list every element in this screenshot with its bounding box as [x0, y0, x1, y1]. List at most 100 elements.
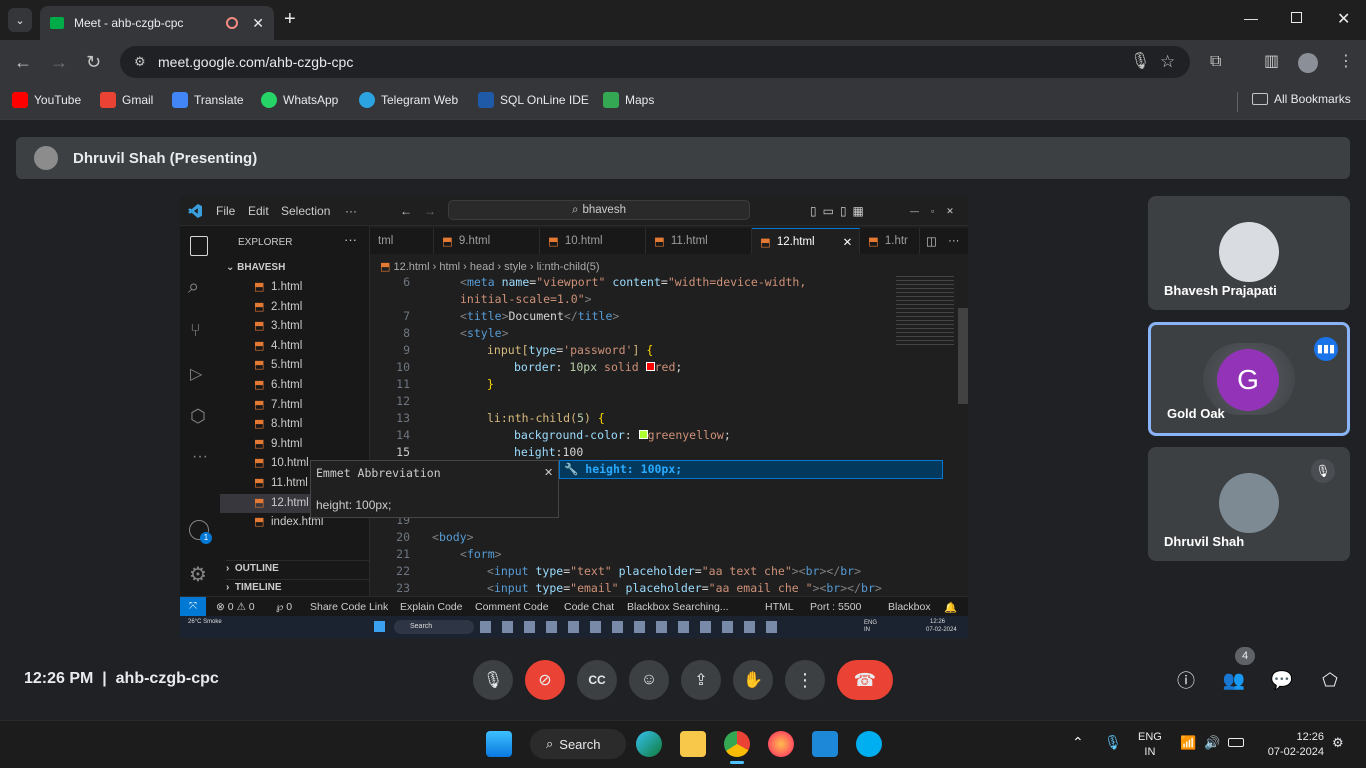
file-item[interactable]: ⬒ 2.html: [220, 298, 370, 317]
more-options-button[interactable]: ⋮: [785, 660, 825, 700]
outline-section[interactable]: › OUTLINE: [226, 560, 370, 574]
scrollbar-thumb[interactable]: [958, 308, 968, 404]
extensions-icon[interactable]: ⧉: [1210, 54, 1221, 70]
run-debug-icon[interactable]: ▷: [190, 364, 202, 384]
taskbar-clock[interactable]: 12:26 07-02-2024: [1258, 730, 1324, 760]
bookmark-gmail[interactable]: Gmail: [100, 92, 153, 108]
explorer-icon[interactable]: [190, 236, 208, 256]
show-hidden-icons[interactable]: ⌃: [1072, 734, 1084, 751]
file-item[interactable]: ⬒ 4.html: [220, 337, 370, 356]
ports-status[interactable]: ℘ 0: [276, 601, 292, 613]
meeting-info-button[interactable]: ⓘ: [1166, 660, 1206, 700]
language-mode[interactable]: HTML: [765, 601, 794, 613]
folder-bhavesh[interactable]: ⌄ BHAVESH: [226, 262, 285, 273]
raise-hand-button[interactable]: ✋: [733, 660, 773, 700]
file-item[interactable]: ⬒ 3.html: [220, 317, 370, 336]
leave-call-button[interactable]: ☎: [837, 660, 893, 700]
notifications-bell-icon[interactable]: 🔔: [944, 601, 957, 614]
volume-icon[interactable]: 🔊: [1204, 735, 1220, 751]
window-controls[interactable]: —▫✕: [910, 206, 966, 217]
search-view-icon[interactable]: ⌕: [188, 276, 199, 299]
skype-icon[interactable]: [856, 731, 882, 757]
editor-tab[interactable]: ⬒ 11.html: [646, 228, 752, 254]
manage-gear-icon[interactable]: ⚙: [189, 562, 207, 587]
people-button[interactable]: 👥: [1214, 660, 1254, 700]
file-explorer-icon[interactable]: [680, 731, 706, 757]
menu-file[interactable]: File: [216, 204, 235, 218]
battery-icon[interactable]: [1228, 738, 1244, 747]
minimize-icon[interactable]: —: [1244, 10, 1258, 26]
code-editor[interactable]: ⬒ 12.html › html › head › style › li:nth…: [370, 254, 968, 596]
blackbox-searching[interactable]: Blackbox Searching...: [627, 601, 729, 613]
minimap[interactable]: [896, 276, 954, 346]
code-chat[interactable]: Code Chat: [564, 601, 614, 613]
vscode-icon[interactable]: [812, 731, 838, 757]
new-tab-button[interactable]: +: [284, 8, 296, 31]
start-icon[interactable]: [486, 731, 512, 757]
chrome-icon[interactable]: [724, 731, 750, 757]
share-code-link[interactable]: Share Code Link: [310, 601, 388, 613]
editor-more-icon[interactable]: ···: [940, 228, 968, 254]
participant-tile[interactable]: 🎙 Dhruvil Shah: [1148, 447, 1350, 561]
participant-tile-speaking[interactable]: G ▮▮▮ Gold Oak: [1148, 322, 1350, 436]
present-button[interactable]: ⇪: [681, 660, 721, 700]
editor-tab[interactable]: ⬒ 1.htr: [860, 228, 920, 254]
mic-icon[interactable]: 🎙: [1130, 54, 1150, 70]
bookmark-sql-online-ide[interactable]: SQL OnLine IDE: [478, 92, 589, 108]
file-item[interactable]: ⬒ 7.html: [220, 396, 370, 415]
more-views-icon[interactable]: ···: [192, 448, 208, 466]
file-item[interactable]: ⬒ 5.html: [220, 356, 370, 375]
bookmark-star-icon[interactable]: ☆: [1160, 53, 1175, 70]
chat-button[interactable]: 💬: [1262, 660, 1302, 700]
explorer-more-icon[interactable]: ···: [344, 232, 357, 247]
wifi-icon[interactable]: 📶: [1180, 735, 1196, 751]
all-bookmarks[interactable]: All Bookmarks: [1252, 92, 1351, 106]
mic-button[interactable]: 🎙: [473, 660, 513, 700]
menu-edit[interactable]: Edit: [248, 204, 269, 218]
edge-icon[interactable]: [636, 731, 662, 757]
taskbar-search[interactable]: ⌕ Search: [530, 729, 626, 759]
captions-button[interactable]: CC: [577, 660, 617, 700]
restore-icon[interactable]: [1291, 12, 1302, 23]
taskbar-mic-icon[interactable]: 🎙: [1104, 734, 1122, 751]
editor-tab[interactable]: ⬒ 9.html: [434, 228, 540, 254]
activities-button[interactable]: ⬠: [1310, 660, 1350, 700]
blackbox-status[interactable]: Blackbox: [888, 601, 931, 613]
layout-toggle-icons[interactable]: ▯▭▯▦: [810, 204, 870, 218]
close-window-icon[interactable]: ✕: [1337, 9, 1350, 29]
profile-avatar[interactable]: [1298, 53, 1318, 73]
camera-off-button[interactable]: ⊘: [525, 660, 565, 700]
menu-kebab-icon[interactable]: ⋮: [1338, 54, 1354, 70]
address-bar[interactable]: ⚙ meet.google.com/ahb-czgb-cpc: [120, 46, 1190, 78]
nav-back-icon[interactable]: ←: [400, 204, 412, 218]
reload-icon[interactable]: ↻: [86, 53, 101, 71]
nav-forward-icon[interactable]: →: [424, 204, 436, 218]
notification-icon[interactable]: ⚙: [1332, 735, 1344, 751]
tab-search-button[interactable]: ⌄: [8, 8, 32, 32]
language-indicator[interactable]: ENG IN: [1138, 730, 1162, 760]
editor-tab[interactable]: tml: [370, 228, 434, 254]
bookmark-youtube[interactable]: YouTube: [12, 92, 81, 108]
source-control-icon[interactable]: ⑂: [190, 320, 201, 341]
suggest-widget[interactable]: 🔧 height: 100px;: [559, 460, 943, 479]
close-tab-icon[interactable]: ✕: [252, 15, 264, 32]
browser-tab-meet[interactable]: Meet - ahb-czgb-cpc ✕: [40, 6, 274, 40]
bookmark-translate[interactable]: Translate: [172, 92, 244, 108]
file-item[interactable]: ⬒ 8.html: [220, 415, 370, 434]
explain-code[interactable]: Explain Code: [400, 601, 462, 613]
forward-icon[interactable]: →: [50, 53, 68, 71]
timeline-section[interactable]: › TIMELINE: [226, 579, 370, 593]
firefox-icon[interactable]: [768, 731, 794, 757]
live-server-port[interactable]: Port : 5500: [810, 601, 861, 613]
editor-tab[interactable]: ⬒ 10.html: [540, 228, 646, 254]
file-item[interactable]: ⬒ 1.html: [220, 278, 370, 297]
menu-selection[interactable]: Selection: [281, 204, 330, 218]
participant-tile[interactable]: Bhavesh Prajapati: [1148, 196, 1350, 310]
menu-more[interactable]: ···: [345, 204, 357, 218]
problems-status[interactable]: ⊗ 0 ⚠ 0: [216, 601, 255, 613]
extensions-view-icon[interactable]: ⬡: [190, 406, 206, 427]
remote-icon[interactable]: ⤧: [180, 597, 206, 617]
file-item[interactable]: ⬒ 9.html: [220, 435, 370, 454]
emmet-close-icon[interactable]: ✕: [544, 466, 553, 479]
bookmark-telegram[interactable]: Telegram Web: [359, 92, 458, 108]
